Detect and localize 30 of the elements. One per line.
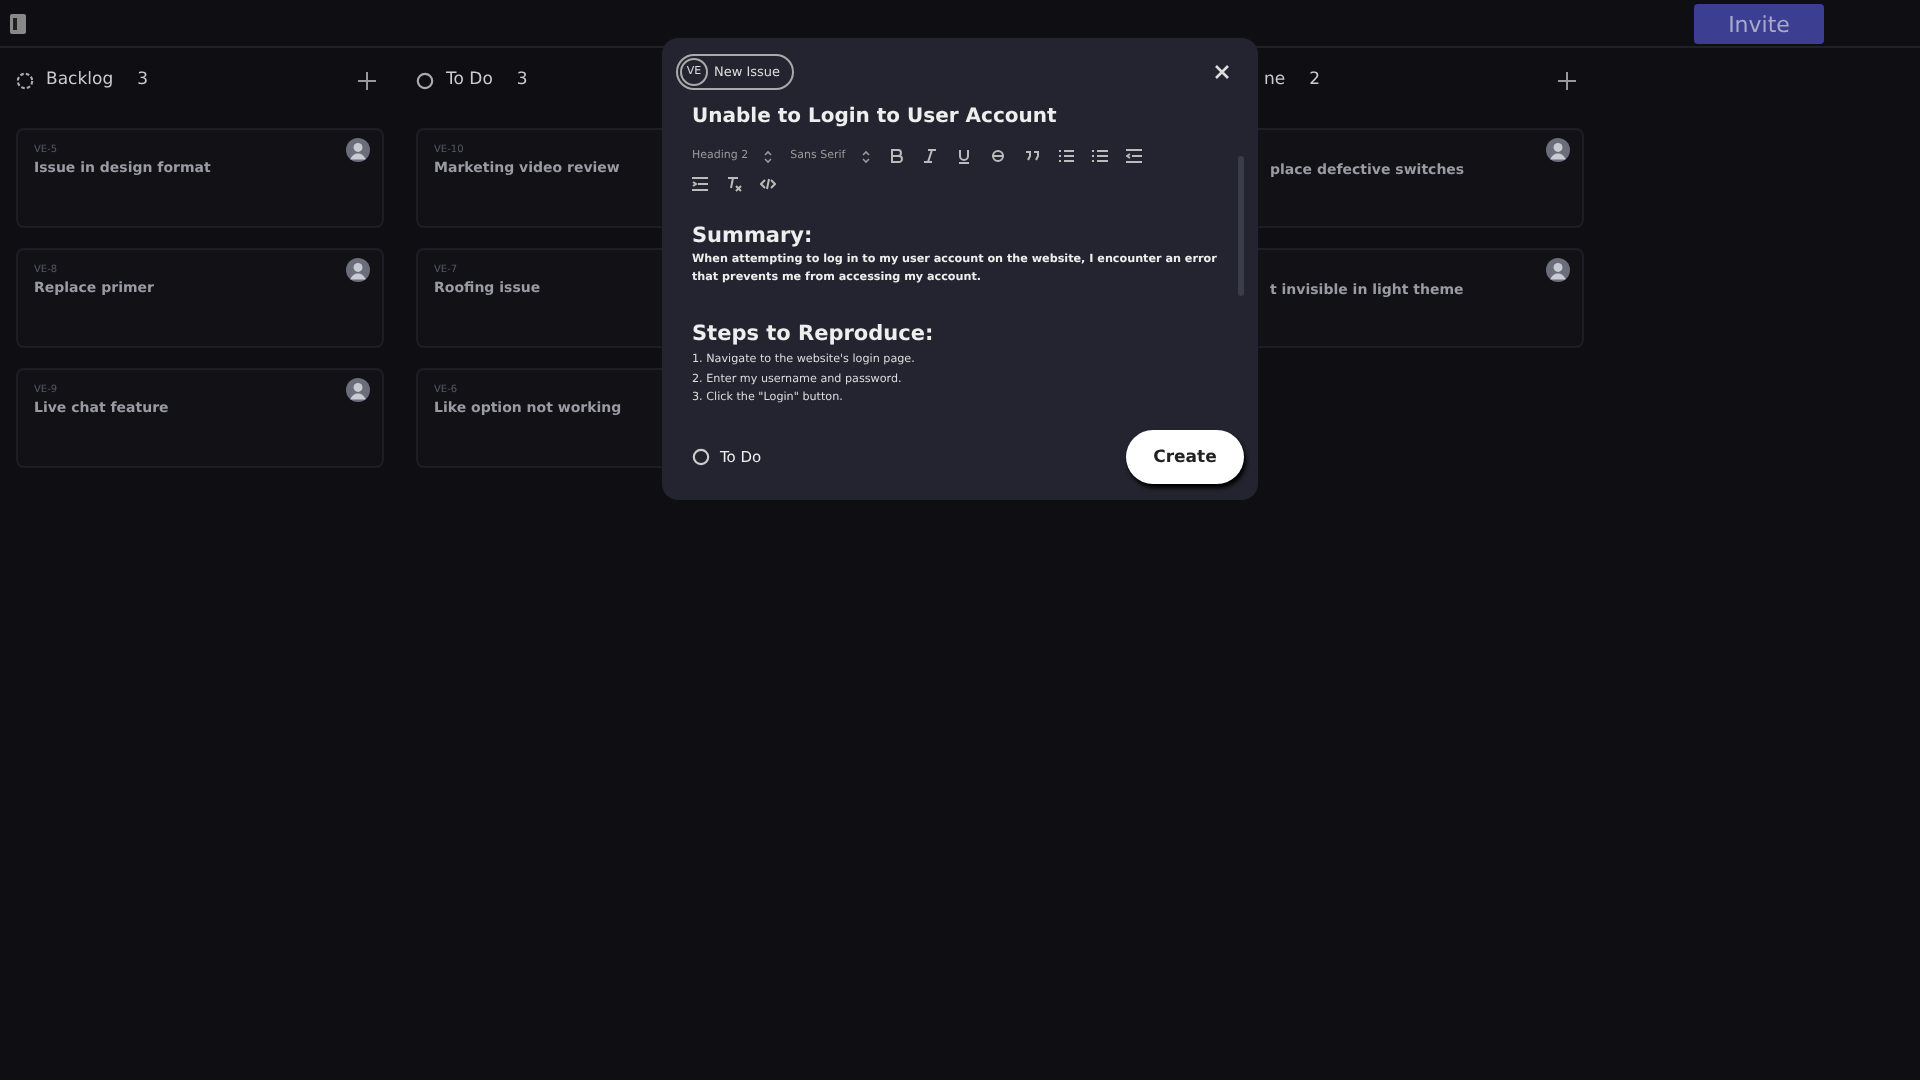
underline-icon[interactable] [955, 148, 972, 164]
issue-title-field[interactable]: Unable to Login to User Account [692, 106, 1244, 128]
bold-icon[interactable] [887, 148, 904, 164]
italic-icon[interactable] [921, 148, 938, 164]
column-title: ne [1264, 70, 1286, 90]
sidebar-toggle-icon[interactable] [10, 13, 26, 33]
outdent-icon[interactable] [1125, 148, 1142, 164]
column-title: Backlog [46, 70, 114, 90]
column-count: 3 [516, 70, 528, 90]
circle-icon [692, 448, 710, 466]
add-icon[interactable] [1558, 71, 1576, 89]
strikethrough-icon[interactable] [989, 148, 1006, 164]
section-heading: Summary: [692, 224, 815, 248]
add-icon[interactable] [358, 71, 376, 89]
close-icon[interactable] [1214, 64, 1230, 80]
clear-format-icon[interactable] [726, 176, 742, 192]
dashed-circle-icon [16, 71, 34, 89]
indent-icon[interactable] [692, 176, 708, 192]
column-title: To Do [446, 70, 493, 90]
create-button[interactable]: Create [1126, 430, 1244, 484]
invite-button[interactable]: Invite [1694, 4, 1824, 44]
column-count: 3 [137, 70, 149, 90]
code-icon[interactable] [760, 176, 776, 192]
up-down-caret-icon [764, 149, 773, 163]
bullet-list-icon[interactable] [1091, 148, 1108, 164]
circle-icon [416, 71, 434, 89]
up-down-caret-icon [861, 149, 870, 163]
column-count: 2 [1309, 70, 1321, 90]
numbered-list-icon[interactable] [1057, 148, 1074, 164]
quote-icon[interactable] [1023, 148, 1040, 164]
